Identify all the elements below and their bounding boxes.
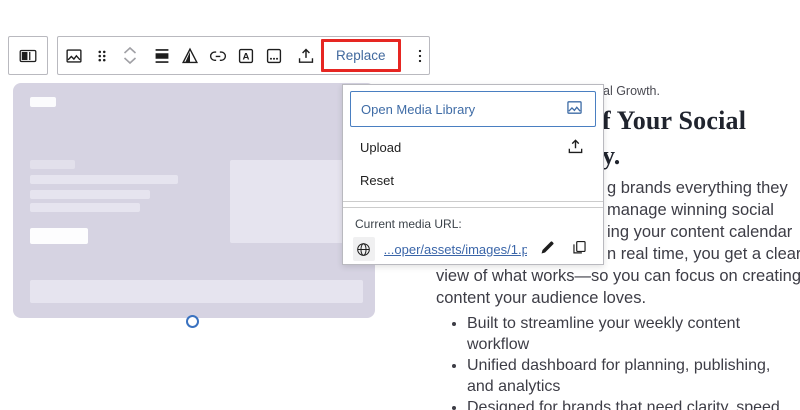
heading-fragment[interactable]: y. bbox=[602, 141, 620, 171]
reset-item-label: Reset bbox=[360, 173, 394, 188]
link-icon bbox=[207, 45, 229, 67]
paragraph-line-fragment[interactable]: ing your content calendar bbox=[607, 223, 792, 242]
duotone-filter-button[interactable] bbox=[176, 39, 204, 73]
skeleton-label-bar bbox=[30, 160, 75, 169]
move-up-icon[interactable] bbox=[123, 46, 137, 55]
open-media-library-item[interactable]: Open Media Library bbox=[350, 91, 596, 127]
bullet-item[interactable]: Built to streamline your weekly content … bbox=[467, 313, 797, 355]
paragraph-line[interactable]: content your audience loves. bbox=[436, 289, 646, 308]
skeleton-text-bar bbox=[30, 190, 150, 199]
upload-item[interactable]: Upload bbox=[343, 131, 603, 164]
edit-url-button[interactable] bbox=[536, 236, 559, 262]
upload-icon bbox=[565, 136, 586, 160]
media-text-block-icon bbox=[17, 45, 39, 67]
image-block-button[interactable] bbox=[60, 39, 88, 73]
globe-icon bbox=[353, 237, 375, 261]
image-block-icon bbox=[63, 45, 85, 67]
popover-divider bbox=[343, 201, 603, 208]
paragraph-line-fragment[interactable]: manage winning social bbox=[607, 201, 774, 220]
bullet-item[interactable]: Designed for brands that need clarity, s… bbox=[467, 397, 797, 410]
options-button[interactable] bbox=[406, 39, 434, 73]
align-icon bbox=[151, 45, 173, 67]
skeleton-button bbox=[30, 228, 88, 244]
upload-item-label: Upload bbox=[360, 140, 402, 155]
text-over-image-button[interactable]: A bbox=[232, 39, 260, 73]
skeleton-text-bar bbox=[30, 203, 140, 212]
block-toolbar: A Replace bbox=[57, 36, 430, 75]
kebab-menu-icon bbox=[410, 46, 430, 66]
skeleton-logo bbox=[30, 97, 56, 107]
media-text-block-button[interactable] bbox=[14, 39, 42, 73]
paragraph-line-fragment[interactable]: n real time, you get a clear bbox=[607, 245, 800, 264]
media-url-link[interactable]: ...oper/assets/images/1.png bbox=[384, 242, 527, 257]
open-media-library-label: Open Media Library bbox=[361, 101, 476, 117]
skeleton-footer-bar bbox=[30, 280, 363, 303]
upload-button[interactable] bbox=[292, 39, 320, 73]
image-block-placeholder[interactable] bbox=[13, 83, 375, 318]
block-toolbar-parent-group bbox=[8, 36, 48, 75]
upload-icon bbox=[295, 45, 317, 67]
move-up-down-buttons[interactable] bbox=[116, 39, 144, 73]
link-button[interactable] bbox=[204, 39, 232, 73]
annotation-highlight-box: Replace bbox=[321, 39, 401, 72]
block-resize-handle[interactable] bbox=[186, 315, 199, 328]
current-media-url-row: ...oper/assets/images/1.png bbox=[343, 234, 603, 262]
paragraph-line[interactable]: view of what works—so you can focus on c… bbox=[436, 267, 800, 286]
replace-media-popover: Open Media Library Upload Reset Current … bbox=[342, 84, 604, 265]
kicker-text-fragment[interactable]: al Growth. bbox=[603, 84, 660, 98]
copy-url-button[interactable] bbox=[568, 236, 591, 262]
caption-icon bbox=[263, 45, 285, 67]
caption-button[interactable] bbox=[260, 39, 288, 73]
move-down-icon[interactable] bbox=[123, 56, 137, 65]
drag-handle-icon bbox=[93, 47, 111, 65]
editor-canvas: A Replace Open Media Library Upload Rese… bbox=[0, 0, 800, 410]
reset-item[interactable]: Reset bbox=[343, 164, 603, 197]
current-media-url-label: Current media URL: bbox=[355, 217, 462, 231]
align-button[interactable] bbox=[148, 39, 176, 73]
pencil-icon bbox=[538, 238, 557, 260]
bullet-item[interactable]: Unified dashboard for planning, publishi… bbox=[467, 355, 797, 397]
svg-text:A: A bbox=[243, 51, 250, 62]
feature-bullet-list: Built to streamline your weekly content … bbox=[441, 313, 797, 410]
drag-handle[interactable] bbox=[88, 39, 116, 73]
skeleton-text-bar bbox=[30, 175, 178, 184]
media-library-image-icon bbox=[564, 97, 585, 121]
duotone-filter-icon bbox=[179, 45, 201, 67]
heading-fragment[interactable]: f Your Social bbox=[602, 106, 746, 136]
paragraph-line-fragment[interactable]: g brands everything they bbox=[607, 179, 788, 198]
replace-button[interactable]: Replace bbox=[324, 42, 398, 69]
text-over-image-icon: A bbox=[235, 45, 257, 67]
copy-icon bbox=[570, 238, 589, 260]
